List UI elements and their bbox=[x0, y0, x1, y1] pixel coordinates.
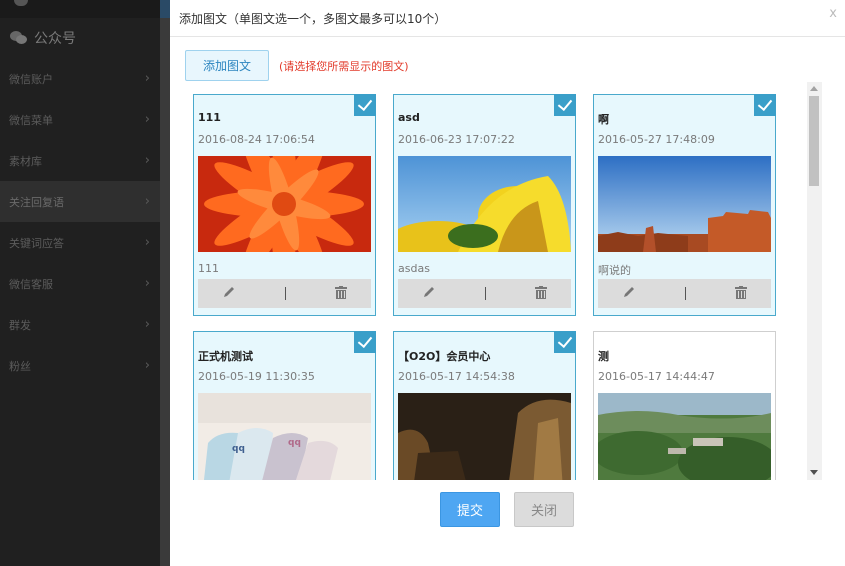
modal-toolbar: 添加图文 (请选择您所需显示的图文) bbox=[185, 50, 409, 81]
trash-icon[interactable] bbox=[534, 285, 547, 302]
article-title: 正式机测试 bbox=[198, 350, 253, 363]
checkmark-icon[interactable] bbox=[754, 94, 776, 116]
card-actions bbox=[198, 279, 371, 308]
article-card[interactable]: 111 2016-08-24 17:06:54 111 bbox=[193, 94, 376, 316]
pencil-icon[interactable] bbox=[422, 285, 436, 302]
sidebar-item-label: 素材库 bbox=[9, 154, 42, 168]
add-article-button[interactable]: 添加图文 bbox=[185, 50, 269, 81]
article-date: 2016-05-17 14:44:47 bbox=[598, 370, 715, 383]
sidebar: 公众号 微信账户 › 微信菜单 › 素材库 › 关注回复语 › 关键词应答 › 微信客服 ›… bbox=[0, 0, 160, 566]
sidebar-item-label: 微信菜单 bbox=[9, 113, 53, 127]
chevron-right-icon: › bbox=[144, 153, 150, 168]
sidebar-menu: 微信账户 › 微信菜单 › 素材库 › 关注回复语 › 关键词应答 › 微信客服 › 群发 ›… bbox=[0, 58, 160, 386]
submit-button[interactable]: 提交 bbox=[440, 492, 500, 527]
sidebar-item-material-library[interactable]: 素材库 › bbox=[0, 140, 160, 181]
close-icon[interactable]: x bbox=[829, 6, 837, 21]
article-description: 111 bbox=[198, 262, 219, 275]
chevron-right-icon: › bbox=[144, 112, 150, 127]
sidebar-item-label: 群发 bbox=[9, 318, 31, 332]
divider bbox=[284, 287, 286, 300]
scrollbar-thumb[interactable] bbox=[809, 96, 819, 186]
article-title: asd bbox=[398, 111, 420, 124]
checkmark-icon[interactable] bbox=[354, 94, 376, 116]
checkmark-icon[interactable] bbox=[554, 94, 576, 116]
pencil-icon[interactable] bbox=[622, 285, 636, 302]
trash-icon[interactable] bbox=[334, 285, 347, 302]
article-thumbnail bbox=[598, 156, 771, 252]
modal-title: 添加图文（单图文选一个，多图文最多可以10个） bbox=[179, 11, 447, 26]
sidebar-item-follow-reply[interactable]: 关注回复语 › bbox=[0, 181, 160, 222]
article-thumbnail bbox=[398, 393, 571, 480]
article-date: 2016-05-19 11:30:35 bbox=[198, 370, 315, 383]
article-grid: 111 2016-08-24 17:06:54 111 asd 2016-06-… bbox=[185, 82, 823, 480]
chevron-right-icon: › bbox=[144, 71, 150, 86]
article-title: 啊 bbox=[598, 113, 609, 126]
chevron-right-icon: › bbox=[144, 358, 150, 373]
article-card[interactable]: 正式机测试 2016-05-19 11:30:35 qq qq bbox=[193, 331, 376, 480]
sidebar-item-fans[interactable]: 粉丝 › bbox=[0, 345, 160, 386]
checkmark-icon[interactable] bbox=[554, 331, 576, 353]
sidebar-item-label: 微信账户 bbox=[9, 72, 53, 86]
article-date: 2016-05-17 14:54:38 bbox=[398, 370, 515, 383]
top-bar-fragment bbox=[160, 0, 170, 18]
grid-scrollbar[interactable] bbox=[807, 82, 822, 480]
sidebar-item-keyword-reply[interactable]: 关键词应答 › bbox=[0, 222, 160, 263]
chevron-right-icon: › bbox=[144, 317, 150, 332]
svg-text:qq: qq bbox=[288, 438, 301, 448]
sidebar-top-fragment bbox=[0, 0, 160, 18]
article-thumbnail bbox=[598, 393, 771, 480]
article-thumbnail bbox=[198, 156, 371, 252]
article-date: 2016-08-24 17:06:54 bbox=[198, 133, 315, 146]
sidebar-item-wechat-menu[interactable]: 微信菜单 › bbox=[0, 99, 160, 140]
article-date: 2016-05-27 17:48:09 bbox=[598, 133, 715, 146]
close-button[interactable]: 关闭 bbox=[514, 492, 574, 527]
article-date: 2016-06-23 17:07:22 bbox=[398, 133, 515, 146]
article-card[interactable]: 【O2O】会员中心 2016-05-17 14:54:38 bbox=[393, 331, 576, 480]
modal-footer: 提交 关闭 bbox=[440, 492, 574, 527]
article-description: asdas bbox=[398, 262, 430, 275]
chevron-right-icon: › bbox=[144, 194, 150, 209]
card-actions bbox=[598, 279, 771, 308]
wechat-icon bbox=[10, 31, 28, 45]
svg-text:qq: qq bbox=[232, 444, 245, 454]
divider bbox=[684, 287, 686, 300]
article-description: 啊说的 bbox=[598, 264, 631, 277]
sidebar-gap bbox=[160, 0, 170, 566]
card-actions bbox=[398, 279, 571, 308]
sidebar-item-label: 关键词应答 bbox=[9, 236, 64, 250]
article-card[interactable]: asd 2016-06-23 17:07:22 asdas bbox=[393, 94, 576, 316]
article-title: 【O2O】会员中心 bbox=[398, 350, 491, 363]
article-card[interactable]: 测 2016-05-17 14:44:47 bbox=[593, 331, 776, 480]
scroll-up-icon[interactable] bbox=[810, 86, 818, 91]
sidebar-section-title: 公众号 bbox=[34, 31, 76, 47]
sidebar-item-mass-send[interactable]: 群发 › bbox=[0, 304, 160, 345]
divider bbox=[484, 287, 486, 300]
sidebar-item-label: 关注回复语 bbox=[9, 195, 64, 209]
article-thumbnail: qq qq bbox=[198, 393, 371, 480]
sidebar-item-wechat-account[interactable]: 微信账户 › bbox=[0, 58, 160, 99]
pencil-icon[interactable] bbox=[222, 285, 236, 302]
sidebar-item-label: 微信客服 bbox=[9, 277, 53, 291]
sidebar-item-label: 粉丝 bbox=[9, 359, 31, 373]
scroll-down-icon[interactable] bbox=[810, 470, 818, 475]
checkmark-icon[interactable] bbox=[354, 331, 376, 353]
modal-header: 添加图文（单图文选一个，多图文最多可以10个） x bbox=[170, 0, 845, 37]
selection-hint: (请选择您所需显示的图文) bbox=[279, 59, 409, 73]
sidebar-section-header[interactable]: 公众号 bbox=[0, 18, 160, 58]
article-title: 测 bbox=[598, 350, 609, 363]
add-article-modal: 添加图文（单图文选一个，多图文最多可以10个） x 添加图文 (请选择您所需显示… bbox=[170, 0, 845, 566]
account-icon bbox=[14, 0, 28, 6]
chevron-right-icon: › bbox=[144, 235, 150, 250]
chevron-right-icon: › bbox=[144, 276, 150, 291]
article-card[interactable]: 啊 2016-05-27 17:48:09 啊说的 bbox=[593, 94, 776, 316]
sidebar-item-wechat-service[interactable]: 微信客服 › bbox=[0, 263, 160, 304]
trash-icon[interactable] bbox=[734, 285, 747, 302]
article-thumbnail bbox=[398, 156, 571, 252]
article-title: 111 bbox=[198, 111, 221, 124]
